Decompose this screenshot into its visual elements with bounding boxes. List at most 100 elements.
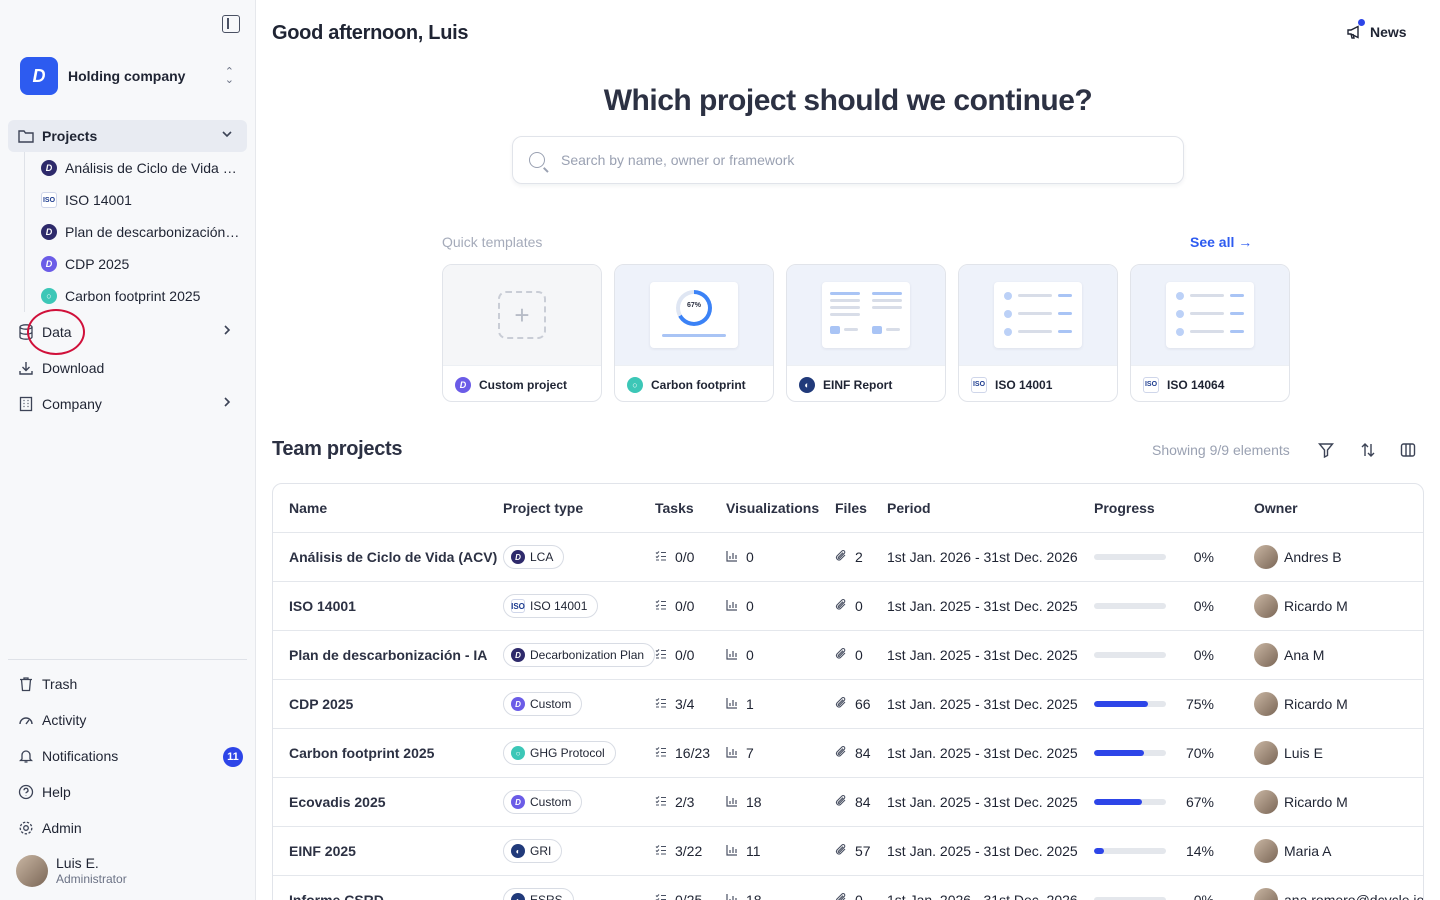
paperclip-icon	[835, 647, 847, 663]
progress-cell: 0%	[1094, 533, 1214, 581]
search-input[interactable]	[561, 152, 1121, 168]
hero-title: Which project should we continue?	[603, 84, 1093, 117]
project-name[interactable]: EINF 2025	[289, 827, 356, 875]
nav-activity[interactable]: Activity	[8, 704, 247, 736]
owner-cell[interactable]: Ricardo M	[1254, 582, 1348, 630]
column-header[interactable]: Progress	[1094, 484, 1155, 532]
nav-projects[interactable]: Projects	[8, 120, 247, 152]
table-row[interactable]: Informe CSRD ◐ ESRS 0/25 18 0 1st Jan. 2…	[273, 876, 1423, 900]
sidebar-project-item[interactable]: ISO ISO 14001	[25, 184, 244, 216]
table-row[interactable]: Análisis de Ciclo de Vida (ACV) D LCA 0/…	[273, 533, 1423, 582]
progress-cell: 67%	[1094, 778, 1214, 826]
project-name[interactable]: Carbon footprint 2025	[289, 729, 434, 777]
iso-logo-icon: ISO	[41, 192, 57, 208]
project-type-cell: D Custom	[503, 680, 583, 728]
dcycle-logo-icon: D	[511, 795, 525, 809]
visualizations-cell: 18	[726, 778, 762, 826]
sidebar-project-item[interactable]: D Plan de descarbonización - IA	[25, 216, 244, 248]
checklist-icon	[655, 648, 667, 663]
column-header[interactable]: Name	[289, 484, 327, 532]
nav-trash[interactable]: Trash	[8, 668, 247, 700]
template-card-iso-14064[interactable]: ISO ISO 14064	[1130, 264, 1290, 402]
owner-cell[interactable]: Andres B	[1254, 533, 1342, 581]
sidebar-project-item[interactable]: D Análisis de Ciclo de Vida (ACV)	[25, 152, 244, 184]
visualizations-count: 0	[746, 598, 754, 614]
table-row[interactable]: EINF 2025 ◐ GRI 3/22 11 57 1st Jan. 2025…	[273, 827, 1423, 876]
template-card-einf-report[interactable]: ◐ EINF Report	[786, 264, 946, 402]
template-card-carbon-footprint[interactable]: 67% ○ Carbon footprint	[614, 264, 774, 402]
filter-icon[interactable]	[1316, 440, 1336, 460]
sidebar-project-label: Análisis de Ciclo de Vida (ACV)	[65, 160, 240, 176]
paperclip-icon	[835, 549, 847, 565]
column-header[interactable]: Owner	[1254, 484, 1298, 532]
progress-cell: 0%	[1094, 876, 1214, 900]
column-header[interactable]: Tasks	[655, 484, 694, 532]
progress-percent: 0%	[1193, 892, 1214, 900]
avatar	[1254, 594, 1278, 618]
template-card-custom-project[interactable]: + D Custom project	[442, 264, 602, 402]
project-name[interactable]: Plan de descarbonización - IA	[289, 631, 487, 679]
progress-cell: 14%	[1094, 827, 1214, 875]
nav-download[interactable]: Download	[8, 352, 247, 384]
owner-cell[interactable]: Ana M	[1254, 631, 1324, 679]
project-type-label: LCA	[530, 550, 554, 564]
template-label: ISO 14064	[1167, 377, 1225, 392]
tasks-cell: 0/0	[655, 582, 694, 630]
table-row[interactable]: CDP 2025 D Custom 3/4 1 66 1st Jan. 2025…	[273, 680, 1423, 729]
template-preview: +	[443, 265, 601, 365]
nav-company[interactable]: Company	[8, 388, 247, 420]
project-name[interactable]: Análisis de Ciclo de Vida (ACV)	[289, 533, 497, 581]
tasks-count: 0/0	[675, 598, 695, 614]
owner-name: Luis E	[1284, 745, 1323, 761]
table-row[interactable]: Ecovadis 2025 D Custom 2/3 18 84 1st Jan…	[273, 778, 1423, 827]
project-name[interactable]: Ecovadis 2025	[289, 778, 386, 826]
nav-admin[interactable]: Admin	[8, 812, 247, 844]
sidebar-project-item[interactable]: D CDP 2025	[25, 248, 244, 280]
table-row[interactable]: Carbon footprint 2025 ○ GHG Protocol 16/…	[273, 729, 1423, 778]
nav-activity-label: Activity	[42, 712, 87, 728]
avatar	[1254, 643, 1278, 667]
gear-icon	[18, 820, 34, 836]
paperclip-icon	[835, 892, 847, 900]
progress-bar	[1094, 701, 1166, 707]
news-button[interactable]: News	[1346, 19, 1407, 40]
owner-cell[interactable]: Ricardo M	[1254, 778, 1348, 826]
user-profile[interactable]: Luis E. Administrator	[16, 855, 127, 887]
progress-cell: 0%	[1094, 631, 1214, 679]
sidebar-project-item[interactable]: ○ Carbon footprint 2025	[25, 280, 244, 312]
checklist-icon	[655, 550, 667, 565]
project-type-label: Custom	[530, 697, 572, 711]
user-role: Administrator	[56, 872, 127, 886]
progress-bar	[1094, 799, 1166, 805]
dcycle-logo-icon: D	[455, 376, 471, 393]
see-all-link[interactable]: See all →	[1190, 234, 1252, 250]
period: 1st Jan. 2025 - 31st Dec. 2025	[887, 843, 1078, 859]
sort-icon[interactable]	[1358, 440, 1378, 460]
tasks-cell: 16/23	[655, 729, 710, 777]
bar-chart-icon	[726, 550, 738, 565]
column-header[interactable]: Files	[835, 484, 867, 532]
project-name[interactable]: CDP 2025	[289, 680, 353, 728]
checklist-icon	[655, 844, 667, 859]
project-name[interactable]: ISO 14001	[289, 582, 356, 630]
owner-cell[interactable]: Maria A	[1254, 827, 1331, 875]
nav-notifications[interactable]: Notifications 11	[8, 740, 247, 772]
ghg-logo-icon: ○	[627, 376, 643, 393]
nav-help[interactable]: Help	[8, 776, 247, 808]
project-type-badge: ◐ GRI	[503, 839, 563, 863]
owner-cell[interactable]: Luis E	[1254, 729, 1323, 777]
column-header[interactable]: Visualizations	[726, 484, 819, 532]
column-header[interactable]: Project type	[503, 484, 583, 532]
column-header[interactable]: Period	[887, 484, 931, 532]
owner-cell[interactable]: Ricardo M	[1254, 680, 1348, 728]
project-type-cell: D Decarbonization Plan	[503, 631, 656, 679]
period: 1st Jan. 2026 - 31st Dec. 2026	[887, 892, 1078, 900]
checklist-icon	[655, 697, 667, 712]
project-name[interactable]: Informe CSRD	[289, 876, 384, 900]
collapse-sidebar-icon[interactable]	[222, 15, 240, 33]
owner-cell[interactable]: ana.romero@dcycle.io	[1254, 876, 1423, 900]
table-row[interactable]: ISO 14001 ISO ISO 14001 0/0 0 0 1st Jan.…	[273, 582, 1423, 631]
columns-icon[interactable]	[1398, 440, 1418, 460]
table-row[interactable]: Plan de descarbonización - IA D Decarbon…	[273, 631, 1423, 680]
template-card-iso-14001[interactable]: ISO ISO 14001	[958, 264, 1118, 402]
